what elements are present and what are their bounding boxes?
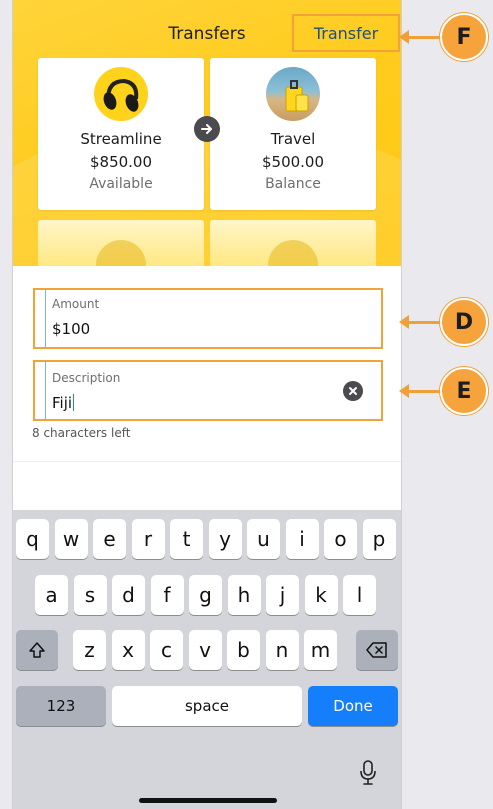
account-avatar (96, 240, 146, 266)
key-e[interactable]: e (93, 519, 126, 559)
key-c[interactable]: c (150, 630, 183, 670)
field-accent (45, 362, 46, 419)
description-field[interactable]: Description Fiji (33, 360, 383, 421)
divider (13, 461, 401, 462)
shift-key[interactable] (16, 630, 58, 670)
microphone-icon[interactable] (359, 760, 377, 786)
key-x[interactable]: x (111, 630, 145, 670)
shift-icon (29, 642, 45, 658)
key-f[interactable]: f (150, 575, 184, 615)
key-h[interactable]: h (227, 575, 261, 615)
characters-left-hint: 8 characters left (32, 426, 131, 440)
key-m[interactable]: m (304, 630, 337, 670)
callout-arrow (399, 383, 440, 398)
account-card-extra[interactable] (38, 220, 204, 266)
description-text: Fiji (52, 394, 73, 412)
key-y[interactable]: y (208, 519, 242, 559)
account-name: Streamline (80, 130, 162, 148)
key-g[interactable]: g (189, 575, 222, 615)
keyboard: qwertyuiop asdfghjkl zxcvbnm 123 space D… (13, 510, 401, 809)
numbers-key[interactable]: 123 (16, 686, 106, 726)
account-card-extra[interactable] (210, 220, 376, 266)
key-b[interactable]: b (227, 630, 260, 670)
callout-f: F (399, 13, 488, 61)
account-card-from[interactable]: Streamline $850.00 Available (38, 58, 204, 210)
amount-value: $100 (52, 320, 91, 338)
account-card-to[interactable]: Travel $500.00 Balance (210, 58, 376, 210)
clear-icon[interactable] (343, 381, 363, 401)
key-d[interactable]: d (112, 575, 145, 615)
key-o[interactable]: o (324, 519, 357, 559)
key-r[interactable]: r (131, 519, 165, 559)
phone-screen: Transfers Transfer Streamline $850.00 Av… (12, 0, 402, 809)
key-s[interactable]: s (73, 575, 107, 615)
key-a[interactable]: a (35, 575, 68, 615)
account-avatar (268, 240, 318, 266)
backspace-icon (366, 642, 387, 658)
key-q[interactable]: q (16, 519, 49, 559)
amount-field[interactable]: Amount $100 (33, 288, 383, 349)
callout-d: D (399, 298, 488, 346)
amount-label: Amount (52, 297, 100, 311)
field-accent (45, 290, 46, 347)
key-v[interactable]: v (188, 630, 222, 670)
description-value: Fiji (52, 394, 75, 412)
done-key[interactable]: Done (308, 686, 398, 726)
key-k[interactable]: k (304, 575, 338, 615)
account-name: Travel (270, 130, 316, 148)
account-caption: Balance (265, 176, 321, 192)
callout-badge: D (440, 298, 488, 346)
key-l[interactable]: l (343, 575, 376, 615)
key-u[interactable]: u (247, 519, 280, 559)
key-z[interactable]: z (73, 630, 106, 670)
account-amount: $850.00 (89, 153, 153, 171)
delete-key[interactable] (356, 630, 398, 670)
key-i[interactable]: i (285, 519, 319, 559)
text-caret (73, 394, 75, 411)
description-label: Description (52, 371, 121, 385)
callout-e: E (399, 367, 488, 415)
suitcase-icon (266, 67, 320, 121)
arrow-right-icon (194, 116, 220, 142)
home-indicator (139, 798, 277, 803)
callout-badge: F (440, 13, 488, 61)
account-amount: $500.00 (261, 153, 325, 171)
callout-arrow (399, 314, 440, 329)
space-key[interactable]: space (112, 686, 302, 726)
key-n[interactable]: n (265, 630, 299, 670)
callout-arrow (399, 29, 440, 44)
accounts-header: Transfers Transfer Streamline $850.00 Av… (13, 0, 401, 266)
account-caption: Available (89, 176, 153, 192)
transfer-button[interactable]: Transfer (292, 14, 400, 52)
key-j[interactable]: j (266, 575, 299, 615)
key-w[interactable]: w (54, 519, 88, 559)
headphones-icon (94, 67, 148, 121)
key-p[interactable]: p (362, 519, 396, 559)
callout-badge: E (440, 367, 488, 415)
key-t[interactable]: t (170, 519, 203, 559)
